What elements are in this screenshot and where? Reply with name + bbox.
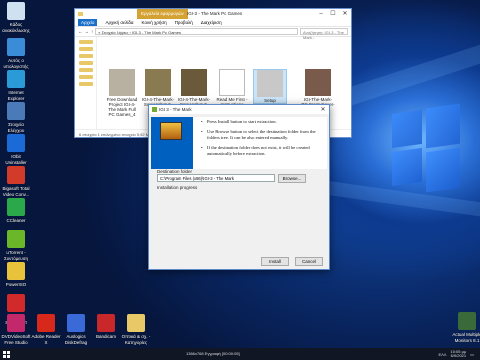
diskdefrag-icon: [67, 314, 85, 332]
desktop-icon[interactable]: Internet Explorer: [1, 70, 31, 101]
windows-logo-pane: [392, 147, 422, 187]
clock[interactable]: 10:05 μμ 6/9/2021: [450, 349, 467, 359]
address-path[interactable]: « Στοιχεία λήψεις › IGI-3 - The Mark Pc …: [95, 28, 298, 35]
bandicam-icon: [97, 314, 115, 332]
desktop-icon[interactable]: IObit Uninstaller: [1, 134, 31, 165]
forward-arrow-icon[interactable]: →: [85, 29, 90, 34]
dvdvideosoft-icon: [7, 314, 25, 332]
nav-item[interactable]: [79, 82, 93, 86]
file-thumbnail: [145, 69, 171, 96]
tab-share[interactable]: Κοινή χρήση: [142, 20, 167, 25]
desktop-icon[interactable]: CCleaner: [1, 198, 31, 224]
destination-field[interactable]: C:\Program Files (x86)\IGI-3 - The Mark: [157, 174, 275, 182]
instruction-2: Use Browse button to select the destinat…: [201, 129, 324, 141]
back-arrow-icon[interactable]: ←: [78, 29, 83, 34]
instruction-1: Press Install button to start extraction…: [201, 119, 324, 125]
setup-icon: [257, 70, 283, 97]
desktop-icon[interactable]: Adobe Reader X: [31, 314, 61, 345]
file-thumbnail: [181, 69, 207, 96]
taskbar: 1366x768 Εγγραφή [00:00:05] ΕΛΛ 10:05 μμ…: [0, 348, 480, 360]
browse-button[interactable]: Browse...: [278, 174, 306, 183]
video-converter-icon: [7, 166, 25, 184]
window-title: IGI-3 - The Mark Pc Games: [187, 11, 243, 16]
installer-titlebar[interactable]: IGI 3 - The Mark ✕: [149, 105, 329, 114]
installer-logo-icon: [160, 122, 182, 140]
cancel-button[interactable]: Cancel: [295, 257, 323, 266]
installer-banner: [151, 117, 193, 169]
installer-dialog[interactable]: IGI 3 - The Mark ✕ Press Install button …: [148, 104, 330, 270]
address-bar-row: ← → ↑ « Στοιχεία λήψεις › IGI-3 - The Ma…: [75, 27, 351, 40]
nav-item[interactable]: [79, 75, 93, 79]
file-thumbnail: [109, 69, 135, 96]
tab-manage[interactable]: Διαχείριση: [201, 20, 222, 25]
instruction-3: If the destination folder does not exist…: [201, 145, 324, 157]
language-indicator[interactable]: ΕΛΛ: [438, 352, 446, 357]
destination-row: C:\Program Files (x86)\IGI-3 - The Mark …: [157, 174, 306, 183]
desktop-icon[interactable]: Αυτός ο υπολογιστής: [1, 38, 31, 69]
folder-icon: [78, 12, 83, 16]
tab-view[interactable]: Προβολή: [175, 20, 193, 25]
iobit-icon: [7, 134, 25, 152]
windows-icon: [2, 350, 10, 358]
ribbon-tabs: Αρχείο Αρχική σελίδα Κοινή χρήση Προβολή…: [75, 19, 351, 27]
app-icon: [152, 107, 157, 112]
desktop-icon[interactable]: Bigasoft Total Video Conv...: [1, 166, 31, 197]
windows-logo-pane: [392, 109, 422, 149]
folder-icon: [127, 314, 145, 332]
desktop-icon[interactable]: PowerISO: [1, 262, 31, 288]
file-item-selected[interactable]: Setup: [253, 69, 287, 104]
instructions-text: Press Install button to start extraction…: [193, 117, 327, 169]
search-input[interactable]: Αναζήτηση: IGI-3 - The Mark...: [300, 28, 348, 40]
desktop-icon[interactable]: Bandicam: [91, 314, 121, 340]
utorrent-icon: [7, 230, 25, 248]
desktop-icon[interactable]: DVDVideoSoft Free Studio: [1, 314, 31, 345]
desktop-icon[interactable]: Στοιχεία Ελέγχου: [1, 102, 31, 133]
clock-date: 6/9/2021: [450, 353, 467, 358]
tab-file[interactable]: Αρχείο: [78, 19, 98, 26]
ccleaner-icon: [7, 198, 25, 216]
file-item[interactable]: Free Download Project IGI-4-The Mark Ful…: [105, 69, 139, 117]
navigation-pane[interactable]: [75, 37, 97, 129]
nav-item[interactable]: [79, 40, 93, 44]
ie-icon: [7, 70, 25, 88]
nav-item[interactable]: [79, 68, 93, 72]
notifications-icon[interactable]: ▭: [470, 352, 474, 357]
minimize-button[interactable]: –: [315, 9, 327, 19]
install-button[interactable]: Install: [261, 257, 289, 266]
context-tab-app-tools[interactable]: Εργαλεία εφαρμογών: [137, 9, 188, 19]
up-arrow-icon[interactable]: ↑: [91, 29, 93, 34]
installer-title: IGI 3 - The Mark: [159, 107, 192, 112]
maximize-button[interactable]: ☐: [327, 9, 339, 19]
poweriso-icon: [7, 262, 25, 280]
close-button[interactable]: ✕: [339, 9, 351, 19]
tab-home[interactable]: Αρχική σελίδα: [105, 20, 133, 25]
file-thumbnail: [305, 69, 331, 96]
nav-item[interactable]: [79, 54, 93, 58]
recycle-bin-icon: [7, 2, 25, 20]
progress-label: Installation progress: [157, 185, 198, 190]
control-panel-icon: [7, 102, 25, 120]
desktop-icon[interactable]: Auslogics DiskDefrag: [61, 314, 91, 345]
nav-item[interactable]: [79, 61, 93, 65]
adobe-reader-icon: [37, 314, 55, 332]
computer-icon: [7, 38, 25, 56]
monitors-icon: [458, 312, 476, 330]
desktop-icon[interactable]: Οπτικά & σχ. - Κατηγορίες: [121, 314, 151, 345]
desktop-icon[interactable]: uTorrent - Συντόμευση: [1, 230, 31, 261]
nav-item[interactable]: [79, 47, 93, 51]
desktop-icon-actual-multiple-monitors[interactable]: Actual Multiple Monitors 8.1: [452, 312, 480, 343]
windows-logo-pane: [426, 147, 460, 193]
close-button[interactable]: ✕: [317, 105, 329, 115]
system-tray: ΕΛΛ 10:05 μμ 6/9/2021 ▭: [438, 348, 474, 360]
file-item[interactable]: Read Me First - Instructions: [215, 69, 249, 107]
recording-indicator[interactable]: 1366x768 Εγγραφή [00:00:05]: [186, 348, 240, 360]
installer-info-panel: Press Install button to start extraction…: [151, 117, 327, 169]
explorer-titlebar[interactable]: Εργαλεία εφαρμογών IGI-3 - The Mark Pc G…: [75, 9, 351, 19]
nero-icon: [7, 294, 25, 312]
start-button[interactable]: [0, 348, 12, 360]
desktop-icon[interactable]: Κάδος ανακύκλωσης: [1, 2, 31, 33]
document-icon: [219, 69, 245, 96]
windows-logo-pane: [426, 103, 460, 149]
